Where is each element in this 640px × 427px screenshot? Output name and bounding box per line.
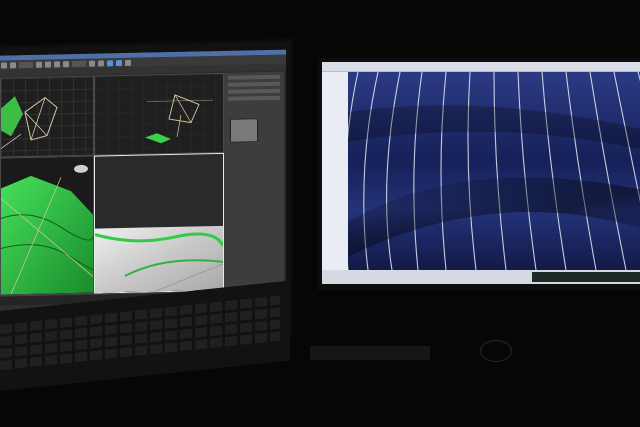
panel-row[interactable] [228, 81, 280, 87]
material-swatch[interactable] [230, 118, 258, 143]
3d-app-window [0, 49, 286, 326]
rendered-cloth [95, 225, 223, 293]
taskbar-thumbnails[interactable] [532, 272, 640, 282]
redo-icon[interactable] [10, 61, 16, 68]
undo-icon[interactable] [1, 61, 7, 69]
panel-row[interactable] [228, 74, 280, 80]
selection-filter-dropdown[interactable] [19, 61, 33, 68]
select-icon[interactable] [36, 61, 42, 68]
fabric-image [348, 72, 640, 270]
monitor-stand [310, 346, 430, 360]
render-setup-icon[interactable] [107, 59, 113, 66]
panel-row[interactable] [228, 88, 280, 94]
move-icon[interactable] [45, 61, 51, 68]
mirror-icon[interactable] [98, 59, 104, 67]
snap-icon[interactable] [89, 60, 95, 67]
scale-icon[interactable] [63, 60, 69, 67]
panel-row[interactable] [228, 95, 280, 101]
image-viewer-window [322, 62, 640, 284]
cable [480, 340, 512, 362]
rotate-icon[interactable] [54, 60, 60, 67]
reference-dropdown[interactable] [72, 60, 86, 67]
wireframe-objects [1, 96, 58, 149]
photo-scene [0, 0, 640, 427]
camera-wireframe [145, 94, 213, 144]
render-icon[interactable] [116, 59, 122, 66]
viewport-top-right[interactable] [94, 72, 224, 156]
green-mesh [1, 164, 93, 295]
material-editor-icon[interactable] [125, 59, 131, 66]
right-monitor [318, 58, 640, 290]
viewport-top-left[interactable] [0, 75, 94, 158]
viewport-perspective[interactable] [0, 155, 94, 296]
pinstripe-fabric-photo [348, 72, 640, 270]
command-panel[interactable] [224, 71, 284, 289]
viewport-render-preview[interactable] [94, 152, 224, 294]
viewer-titlebar [322, 62, 640, 72]
